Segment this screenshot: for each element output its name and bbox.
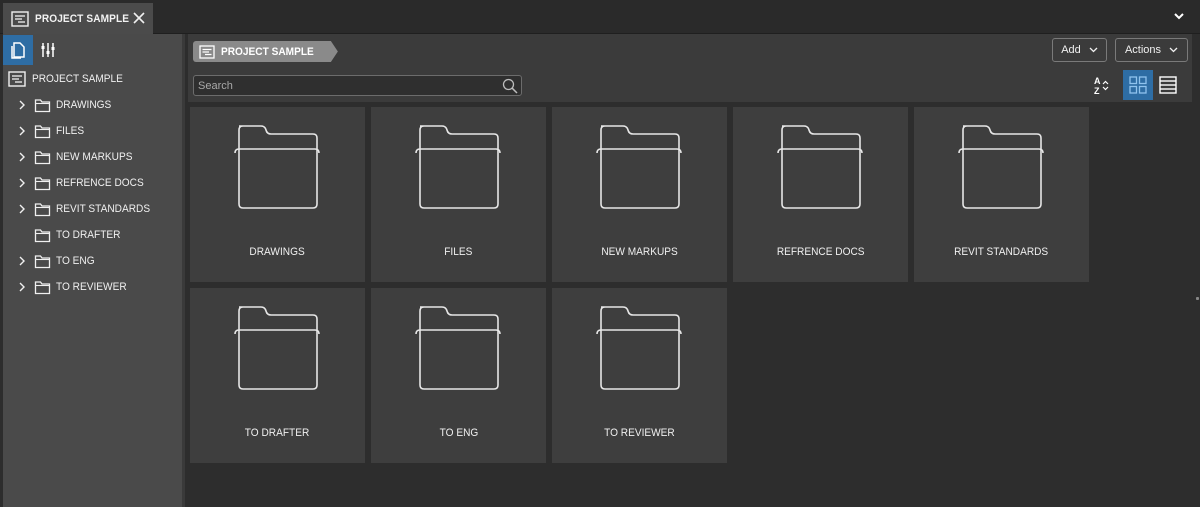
toolbar: PROJECT SAMPLE Add Actions xyxy=(188,34,1192,102)
folder-card[interactable]: REFRENCE DOCS xyxy=(733,107,908,282)
folder-icon xyxy=(34,150,51,164)
tab-label: PROJECT SAMPLE xyxy=(35,12,130,25)
chevron-right-icon[interactable] xyxy=(16,203,28,215)
scrollbar-handle[interactable] xyxy=(1196,297,1199,300)
folder-card[interactable]: NEW MARKUPS xyxy=(552,107,727,282)
grid-view-icon xyxy=(1129,76,1147,94)
folder-name: TO ENG xyxy=(439,427,478,439)
folder-name: TO REVIEWER xyxy=(604,427,675,439)
tree-item-label: REFRENCE DOCS xyxy=(56,177,144,189)
tree-item[interactable]: DRAWINGS xyxy=(3,92,182,118)
folder-icon xyxy=(415,125,501,209)
folder-icon xyxy=(234,306,320,390)
close-icon[interactable] xyxy=(131,10,147,26)
folder-card[interactable]: DRAWINGS xyxy=(190,107,365,282)
folder-icon xyxy=(34,254,51,268)
folder-name: REFRENCE DOCS xyxy=(776,246,865,258)
app-window: PROJECT SAMPLE PROJECT SAMPLE DRAWINGS F… xyxy=(0,0,1200,507)
folder-card[interactable]: REVIT STANDARDS xyxy=(914,107,1089,282)
tree-item-label: REVIT STANDARDS xyxy=(56,203,151,215)
folder-icon xyxy=(34,98,51,112)
sidebar: PROJECT SAMPLE DRAWINGS FILES NEW MARKUP… xyxy=(3,34,185,507)
folder-name: DRAWINGS xyxy=(249,246,306,258)
breadcrumb-project-sample[interactable]: PROJECT SAMPLE xyxy=(193,41,338,62)
search-icon[interactable] xyxy=(502,78,518,94)
folder-grid: DRAWINGS FILES NEW MARKUPS REFRENCE DOCS… xyxy=(190,107,1190,463)
add-button[interactable]: Add xyxy=(1052,38,1107,62)
folder-name: REVIT STANDARDS xyxy=(954,246,1049,258)
breadcrumb-label: PROJECT SAMPLE xyxy=(221,45,314,58)
tree-root-project[interactable]: PROJECT SAMPLE xyxy=(3,66,182,92)
add-button-label: Add xyxy=(1061,44,1081,56)
tree-item-label: TO REVIEWER xyxy=(56,281,127,293)
folder-icon xyxy=(596,306,682,390)
folder-name: FILES xyxy=(444,246,473,258)
chevron-right-icon[interactable] xyxy=(16,255,28,267)
chevron-right-icon[interactable] xyxy=(16,99,28,111)
list-view-button[interactable] xyxy=(1156,70,1180,100)
search-box xyxy=(193,75,522,96)
project-icon xyxy=(11,10,29,27)
folder-card[interactable]: TO DRAFTER xyxy=(190,288,365,463)
tree-item[interactable]: TO DRAFTER xyxy=(3,222,182,248)
tree-item-label: NEW MARKUPS xyxy=(56,151,133,163)
chevron-right-icon[interactable] xyxy=(16,281,28,293)
sliders-icon xyxy=(41,43,55,57)
sidebar-toolbar xyxy=(3,34,182,66)
chevron-down-icon xyxy=(1089,47,1098,53)
folder-icon xyxy=(596,125,682,209)
main-content: PROJECT SAMPLE Add Actions xyxy=(188,34,1200,507)
actions-button-label: Actions xyxy=(1124,44,1162,56)
project-icon xyxy=(8,71,26,87)
tree-item[interactable]: NEW MARKUPS xyxy=(3,144,182,170)
documents-icon xyxy=(11,42,25,59)
tree-item-label: TO DRAFTER xyxy=(56,229,121,241)
chevron-down-icon[interactable] xyxy=(1172,10,1186,22)
folder-card[interactable]: TO REVIEWER xyxy=(552,288,727,463)
project-icon xyxy=(199,45,215,59)
folder-name: TO DRAFTER xyxy=(245,427,310,439)
chevron-right-icon[interactable] xyxy=(16,125,28,137)
chevron-right-icon[interactable] xyxy=(16,177,28,189)
filters-tab[interactable] xyxy=(33,35,63,65)
folder-icon xyxy=(777,125,863,209)
actions-button[interactable]: Actions xyxy=(1115,38,1188,62)
list-view-icon xyxy=(1159,76,1177,94)
tree-item[interactable]: TO ENG xyxy=(3,248,182,274)
folder-name: NEW MARKUPS xyxy=(601,246,678,258)
folder-icon xyxy=(958,125,1044,209)
documents-tab[interactable] xyxy=(3,35,33,65)
folder-icon xyxy=(34,176,51,190)
svg-text:Z: Z xyxy=(1094,86,1100,96)
folder-card[interactable]: TO ENG xyxy=(371,288,546,463)
tree-item[interactable]: TO REVIEWER xyxy=(3,274,182,300)
tree-item-label: TO ENG xyxy=(56,255,95,267)
tree-root-label: PROJECT SAMPLE xyxy=(32,73,123,85)
folder-icon xyxy=(34,228,51,242)
sort-az-icon[interactable]: A Z xyxy=(1091,74,1113,96)
tab-bar: PROJECT SAMPLE xyxy=(0,0,1200,34)
folder-card[interactable]: FILES xyxy=(371,107,546,282)
folder-icon xyxy=(34,280,51,294)
chevron-down-icon xyxy=(1169,47,1178,53)
search-input[interactable] xyxy=(194,76,502,95)
chevron-right-icon[interactable] xyxy=(16,151,28,163)
svg-text:A: A xyxy=(1094,76,1101,86)
folder-icon xyxy=(234,125,320,209)
tab-project-sample[interactable]: PROJECT SAMPLE xyxy=(3,3,153,34)
tree-item[interactable]: FILES xyxy=(3,118,182,144)
tree-item-label: FILES xyxy=(56,125,85,137)
tree-item[interactable]: REVIT STANDARDS xyxy=(3,196,182,222)
tree-item-label: DRAWINGS xyxy=(56,99,112,111)
folder-icon xyxy=(34,124,51,138)
tree-item[interactable]: REFRENCE DOCS xyxy=(3,170,182,196)
folder-icon xyxy=(34,202,51,216)
grid-view-button[interactable] xyxy=(1123,70,1153,100)
folder-icon xyxy=(415,306,501,390)
